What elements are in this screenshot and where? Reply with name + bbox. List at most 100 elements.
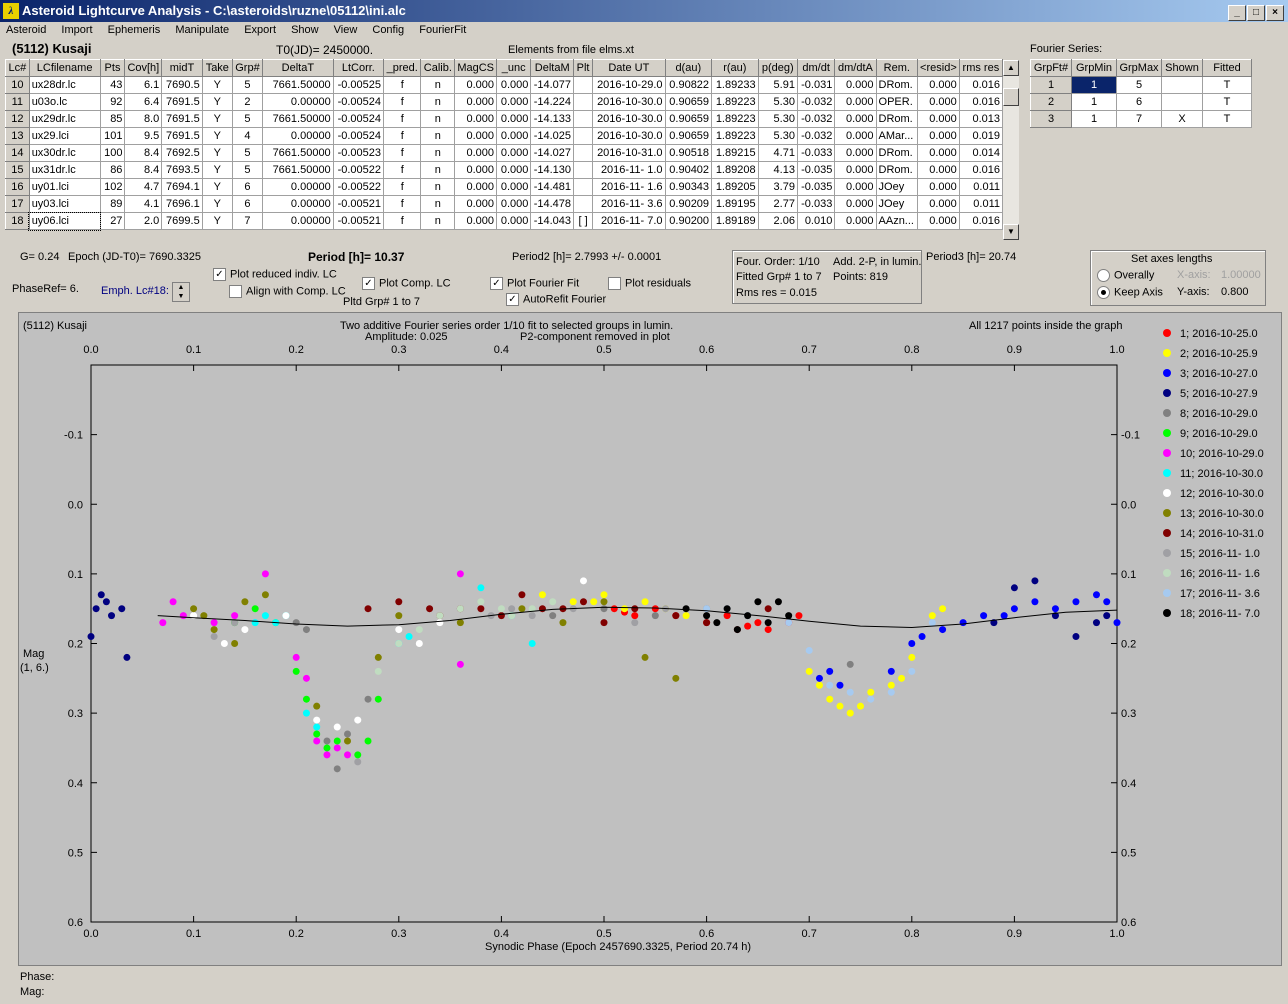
data-point [405, 633, 413, 641]
legend-label: 13; 2016-10-30.0 [1180, 508, 1264, 520]
legend-label: 11; 2016-10-30.0 [1180, 468, 1263, 480]
legend-label: 2; 2016-10-25.9 [1180, 348, 1258, 360]
data-point [559, 619, 567, 627]
data-point [600, 591, 608, 599]
x-tick-label-top: 0.1 [186, 344, 201, 356]
data-point [672, 612, 680, 620]
legend-label: 15; 2016-11- 1.0 [1180, 548, 1260, 560]
data-point [908, 653, 916, 661]
data-point [867, 695, 875, 703]
x-axis-label: Synodic Phase (Epoch 2457690.3325, Perio… [485, 941, 752, 953]
data-point [826, 681, 834, 689]
data-point [190, 605, 198, 613]
data-point [261, 570, 269, 578]
x-tick-label-top: 0.5 [596, 344, 611, 356]
data-point [600, 598, 608, 606]
x-tick-label: 0.2 [289, 928, 304, 940]
x-tick-label-top: 0.9 [1007, 344, 1022, 356]
data-point [651, 605, 659, 613]
plot-title-line2: Amplitude: 0.025 [365, 331, 448, 343]
data-point [682, 612, 690, 620]
data-point [415, 640, 423, 647]
x-tick-label: 0.3 [391, 928, 406, 940]
legend-label: 14; 2016-10-31.0 [1180, 528, 1264, 540]
data-point [754, 598, 762, 606]
data-point [323, 744, 331, 752]
x-tick-label-top: 0.4 [494, 344, 509, 356]
data-point [600, 619, 608, 627]
data-point [302, 674, 310, 682]
data-point [846, 688, 854, 696]
data-point [549, 598, 557, 606]
data-point [641, 598, 649, 606]
data-point [92, 605, 100, 613]
data-point [118, 605, 126, 613]
legend-label: 1; 2016-10-25.0 [1180, 328, 1258, 340]
x-tick-label: 0.6 [699, 928, 714, 940]
data-point [333, 765, 341, 773]
data-point [1010, 605, 1018, 613]
x-tick-label-top: 0.7 [802, 344, 817, 356]
data-point [333, 723, 341, 731]
y-tick-label: 0.0 [68, 499, 83, 511]
data-point [600, 605, 608, 613]
legend-marker [1163, 329, 1171, 337]
y-tick-label-right: 0.6 [1121, 917, 1136, 929]
data-point [344, 730, 351, 738]
legend-marker [1163, 489, 1171, 497]
data-point [210, 633, 218, 641]
data-point [364, 605, 372, 613]
data-point [395, 598, 403, 606]
data-point [846, 709, 854, 717]
legend-label: 16; 2016-11- 1.6 [1180, 568, 1260, 580]
data-point [374, 653, 382, 661]
x-tick-label-top: 0.2 [289, 344, 304, 356]
legend-label: 18; 2016-11- 7.0 [1180, 608, 1260, 620]
y-tick-label-right: 0.3 [1121, 708, 1136, 720]
data-point [354, 758, 362, 766]
data-point [703, 619, 711, 627]
status-phase: Phase: [20, 971, 55, 983]
legend-label: 9; 2016-10-29.0 [1180, 428, 1258, 440]
data-point [251, 605, 259, 613]
data-point [898, 674, 906, 682]
plot-points-note: All 1217 points inside the graph [969, 320, 1123, 332]
legend-marker [1163, 429, 1171, 437]
data-point [323, 751, 331, 759]
data-point [261, 591, 269, 599]
y-tick-label: 0.1 [68, 569, 83, 581]
data-point [323, 737, 331, 745]
legend-marker [1163, 449, 1171, 457]
data-point [1031, 598, 1039, 606]
data-point [939, 605, 947, 613]
data-point [703, 612, 711, 620]
lightcurve-plot[interactable]: 0.00.00.10.10.20.20.30.30.40.40.50.50.60… [0, 0, 1288, 1004]
x-tick-label: 0.8 [904, 928, 919, 940]
data-point [508, 605, 516, 613]
x-tick-label: 0.5 [596, 928, 611, 940]
data-point [631, 612, 639, 620]
data-point [887, 688, 895, 696]
data-point [292, 653, 300, 661]
data-point [980, 612, 988, 620]
x-tick-label: 0.1 [186, 928, 201, 940]
data-point [887, 667, 895, 675]
data-point [538, 605, 546, 613]
data-point [764, 605, 772, 613]
x-tick-label-top: 0.3 [391, 344, 406, 356]
data-point [456, 619, 464, 627]
data-point [713, 619, 721, 627]
legend-marker [1163, 529, 1171, 537]
x-tick-label-top: 0.0 [83, 344, 98, 356]
x-tick-label: 1.0 [1109, 928, 1124, 940]
data-point [374, 695, 382, 703]
data-point [641, 653, 649, 661]
data-point [887, 681, 895, 689]
legend-label: 5; 2016-10-27.9 [1180, 388, 1258, 400]
data-point [97, 591, 105, 599]
legend-marker [1163, 469, 1171, 477]
data-point [610, 605, 618, 613]
data-point [282, 612, 290, 620]
data-point [241, 598, 249, 606]
legend-marker [1163, 609, 1171, 617]
